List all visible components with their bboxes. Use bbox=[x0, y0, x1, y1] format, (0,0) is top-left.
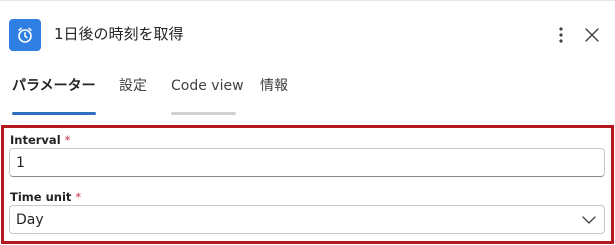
alarm-clock-icon bbox=[9, 19, 41, 51]
close-button[interactable] bbox=[581, 24, 603, 46]
time-unit-value: Day bbox=[16, 211, 44, 228]
tab-bar: パラメーター 設定 Code view 情報 bbox=[0, 66, 615, 115]
tab-settings[interactable]: 設定 bbox=[119, 76, 147, 106]
tab-parameters-label: パラメーター bbox=[12, 78, 96, 94]
tab-settings-label: 設定 bbox=[119, 78, 147, 94]
interval-label-text: Interval bbox=[10, 133, 61, 147]
chevron-down-icon bbox=[582, 215, 596, 224]
hover-tab-indicator bbox=[171, 112, 236, 115]
tab-code-view-label: Code view bbox=[171, 78, 244, 94]
interval-value: 1 bbox=[16, 154, 25, 171]
parameters-panel: Interval * 1 Time unit * Day bbox=[1, 125, 614, 244]
required-mark: * bbox=[64, 133, 71, 147]
tab-code-view[interactable]: Code view bbox=[171, 76, 244, 115]
active-tab-indicator bbox=[12, 112, 96, 115]
tab-parameters[interactable]: パラメーター bbox=[12, 76, 96, 115]
tab-info-label: 情報 bbox=[260, 78, 288, 94]
time-unit-label-text: Time unit bbox=[10, 190, 72, 204]
close-icon bbox=[585, 28, 599, 42]
action-header: 1日後の時刻を取得 bbox=[0, 0, 615, 66]
more-vertical-icon bbox=[559, 27, 563, 43]
tab-info[interactable]: 情報 bbox=[260, 76, 288, 106]
more-options-button[interactable] bbox=[550, 24, 572, 46]
interval-label: Interval * bbox=[10, 133, 70, 147]
time-unit-label: Time unit * bbox=[10, 190, 81, 204]
required-mark: * bbox=[75, 190, 82, 204]
time-unit-dropdown[interactable]: Day bbox=[9, 205, 605, 234]
action-title: 1日後の時刻を取得 bbox=[54, 25, 184, 43]
interval-input[interactable]: 1 bbox=[9, 148, 605, 177]
